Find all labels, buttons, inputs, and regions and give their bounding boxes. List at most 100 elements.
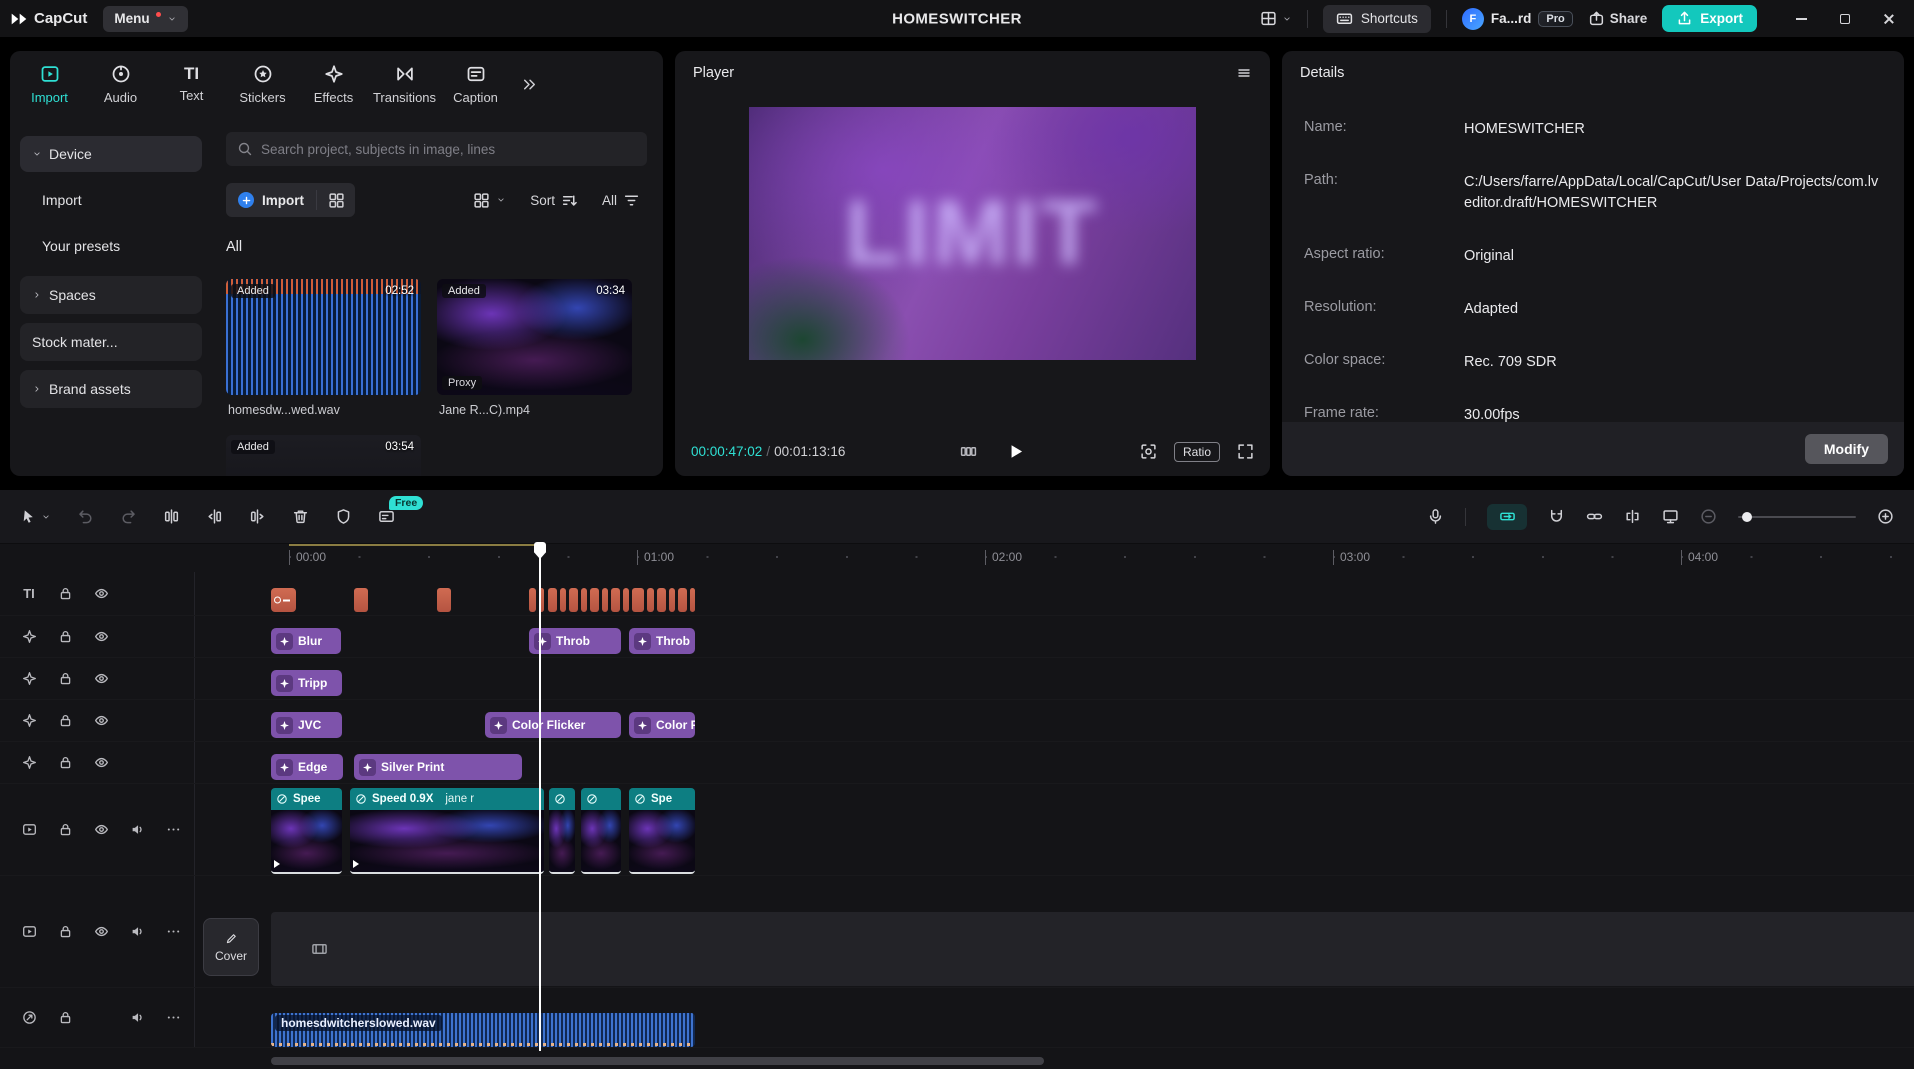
text-clip[interactable] <box>669 588 675 612</box>
text-clip[interactable] <box>581 588 587 612</box>
trim-right-icon[interactable] <box>249 508 266 525</box>
text-clip[interactable] <box>354 588 368 612</box>
close-button[interactable] <box>1874 4 1904 34</box>
lock-icon[interactable] <box>47 755 83 770</box>
ripple-edit-icon[interactable] <box>1624 508 1641 525</box>
video-clip[interactable] <box>549 788 575 874</box>
tab-stickers[interactable]: Stickers <box>227 64 298 105</box>
video-clip[interactable]: Spe <box>629 788 695 874</box>
undo-icon[interactable] <box>77 508 94 525</box>
player-menu-icon[interactable] <box>1236 65 1252 81</box>
split-icon[interactable] <box>163 508 180 525</box>
minimize-button[interactable] <box>1786 4 1816 34</box>
tab-caption[interactable]: Caption <box>440 64 511 105</box>
effect-clip[interactable]: Throb <box>629 628 695 654</box>
caption-edit-tool[interactable]: Free <box>378 496 424 525</box>
eye-icon[interactable] <box>83 755 119 770</box>
text-clip[interactable] <box>569 588 578 612</box>
eye-icon[interactable] <box>83 713 119 728</box>
tab-import[interactable]: Import <box>14 64 85 105</box>
effect-clip[interactable]: Throb <box>529 628 621 654</box>
tab-effects[interactable]: Effects <box>298 64 369 105</box>
main-track-magnet-button[interactable] <box>1487 503 1527 530</box>
track-lane[interactable]: JVC Color Flicker Color Flicker <box>271 712 1914 738</box>
text-clip[interactable] <box>529 588 536 612</box>
frame-view-icon[interactable] <box>960 443 977 460</box>
menu-button[interactable]: Menu <box>103 5 188 32</box>
sidebar-item-device[interactable]: Device <box>20 136 202 172</box>
record-voiceover-icon[interactable] <box>1427 508 1444 525</box>
sidebar-item-brand-assets[interactable]: Brand assets <box>20 370 202 408</box>
effect-clip[interactable]: Color Flicker <box>485 712 621 738</box>
redo-icon[interactable] <box>120 508 137 525</box>
text-clip[interactable] <box>678 588 687 612</box>
track-lane[interactable]: Spee Speed 0.9X jane r Spe <box>271 788 1914 874</box>
text-clip[interactable] <box>437 588 451 612</box>
trim-left-icon[interactable] <box>206 508 223 525</box>
fx-track-icon[interactable] <box>11 629 47 644</box>
ratio-button[interactable]: Ratio <box>1173 441 1220 462</box>
audio-clip[interactable]: homesdwitcherslowed.wav <box>271 1013 695 1047</box>
eye-icon[interactable] <box>83 924 119 939</box>
eye-icon[interactable] <box>83 671 119 686</box>
video-preview[interactable]: LIMIT <box>749 107 1196 360</box>
effect-clip[interactable]: Blur <box>271 628 341 654</box>
mark-icon[interactable] <box>335 508 352 525</box>
media-item[interactable]: Added 03:34 Proxy Jane R...C).mp4 <box>437 279 632 423</box>
zoom-out-icon[interactable] <box>1700 508 1717 525</box>
sidebar-item-spaces[interactable]: Spaces <box>20 276 202 314</box>
preview-monitor-icon[interactable] <box>1662 508 1679 525</box>
track-lane[interactable]: Edge Silver Print <box>271 754 1914 780</box>
tab-transitions[interactable]: Transitions <box>369 64 440 105</box>
text-clip[interactable] <box>590 588 599 612</box>
effect-clip[interactable]: Edge <box>271 754 343 780</box>
eye-icon[interactable] <box>83 586 119 601</box>
playhead[interactable] <box>534 542 546 1051</box>
video-clip[interactable]: Speed 0.9X jane r <box>350 788 544 874</box>
lock-icon[interactable] <box>47 1010 83 1025</box>
video-clip[interactable] <box>581 788 621 874</box>
lock-icon[interactable] <box>47 586 83 601</box>
text-clip[interactable] <box>623 588 629 612</box>
zoom-in-icon[interactable] <box>1877 508 1894 525</box>
media-item[interactable]: Added 02:52 homesdw...wed.wav <box>226 279 421 423</box>
zoom-slider-knob[interactable] <box>1742 511 1752 522</box>
sidebar-item-your-presets[interactable]: Your presets <box>20 228 202 264</box>
modify-button[interactable]: Modify <box>1804 434 1888 464</box>
zoom-slider[interactable] <box>1738 511 1856 522</box>
maximize-button[interactable] <box>1830 4 1860 34</box>
text-track-icon[interactable]: TI <box>11 586 47 601</box>
search-input[interactable] <box>261 141 636 157</box>
lock-icon[interactable] <box>47 629 83 644</box>
eye-icon[interactable] <box>83 629 119 644</box>
snap-icon[interactable] <box>1548 508 1565 525</box>
speaker-icon[interactable] <box>119 822 155 837</box>
video-track-icon[interactable] <box>11 924 47 939</box>
text-clip[interactable] <box>560 588 566 612</box>
view-mode-button[interactable] <box>466 184 513 216</box>
text-clip[interactable] <box>602 588 608 612</box>
tab-text[interactable]: TI Text <box>156 65 227 103</box>
timeline-ruler[interactable]: 00:00 01:00 02:00 03:00 04:00 <box>271 544 1914 572</box>
text-clip[interactable] <box>657 588 666 612</box>
fx-track-icon[interactable] <box>11 713 47 728</box>
shortcuts-button[interactable]: Shortcuts <box>1322 4 1431 33</box>
select-tool-button[interactable] <box>20 508 51 525</box>
effect-clip[interactable]: Color Flicker <box>629 712 695 738</box>
track-lane[interactable]: Tripp <box>271 670 1914 696</box>
filter-button[interactable]: All <box>595 184 647 216</box>
workspace-layout-button[interactable] <box>1260 10 1292 27</box>
fx-track-icon[interactable] <box>11 755 47 770</box>
speaker-icon[interactable] <box>119 924 155 939</box>
sidebar-item-import[interactable]: Import <box>20 182 202 218</box>
import-browse-button[interactable] <box>317 183 355 217</box>
more-icon[interactable] <box>155 924 191 939</box>
link-clips-icon[interactable] <box>1586 508 1603 525</box>
text-clip[interactable] <box>632 588 644 612</box>
effect-clip[interactable]: Tripp <box>271 670 342 696</box>
text-clip[interactable] <box>690 588 695 612</box>
sidebar-item-stock-mater[interactable]: Stock mater... <box>20 323 202 361</box>
track-lane[interactable]: Blur Throb Throb <box>271 628 1914 654</box>
track-lane[interactable]: homesdwitcherslowed.wav <box>271 1013 1914 1047</box>
audio-track-icon[interactable] <box>11 1010 47 1025</box>
